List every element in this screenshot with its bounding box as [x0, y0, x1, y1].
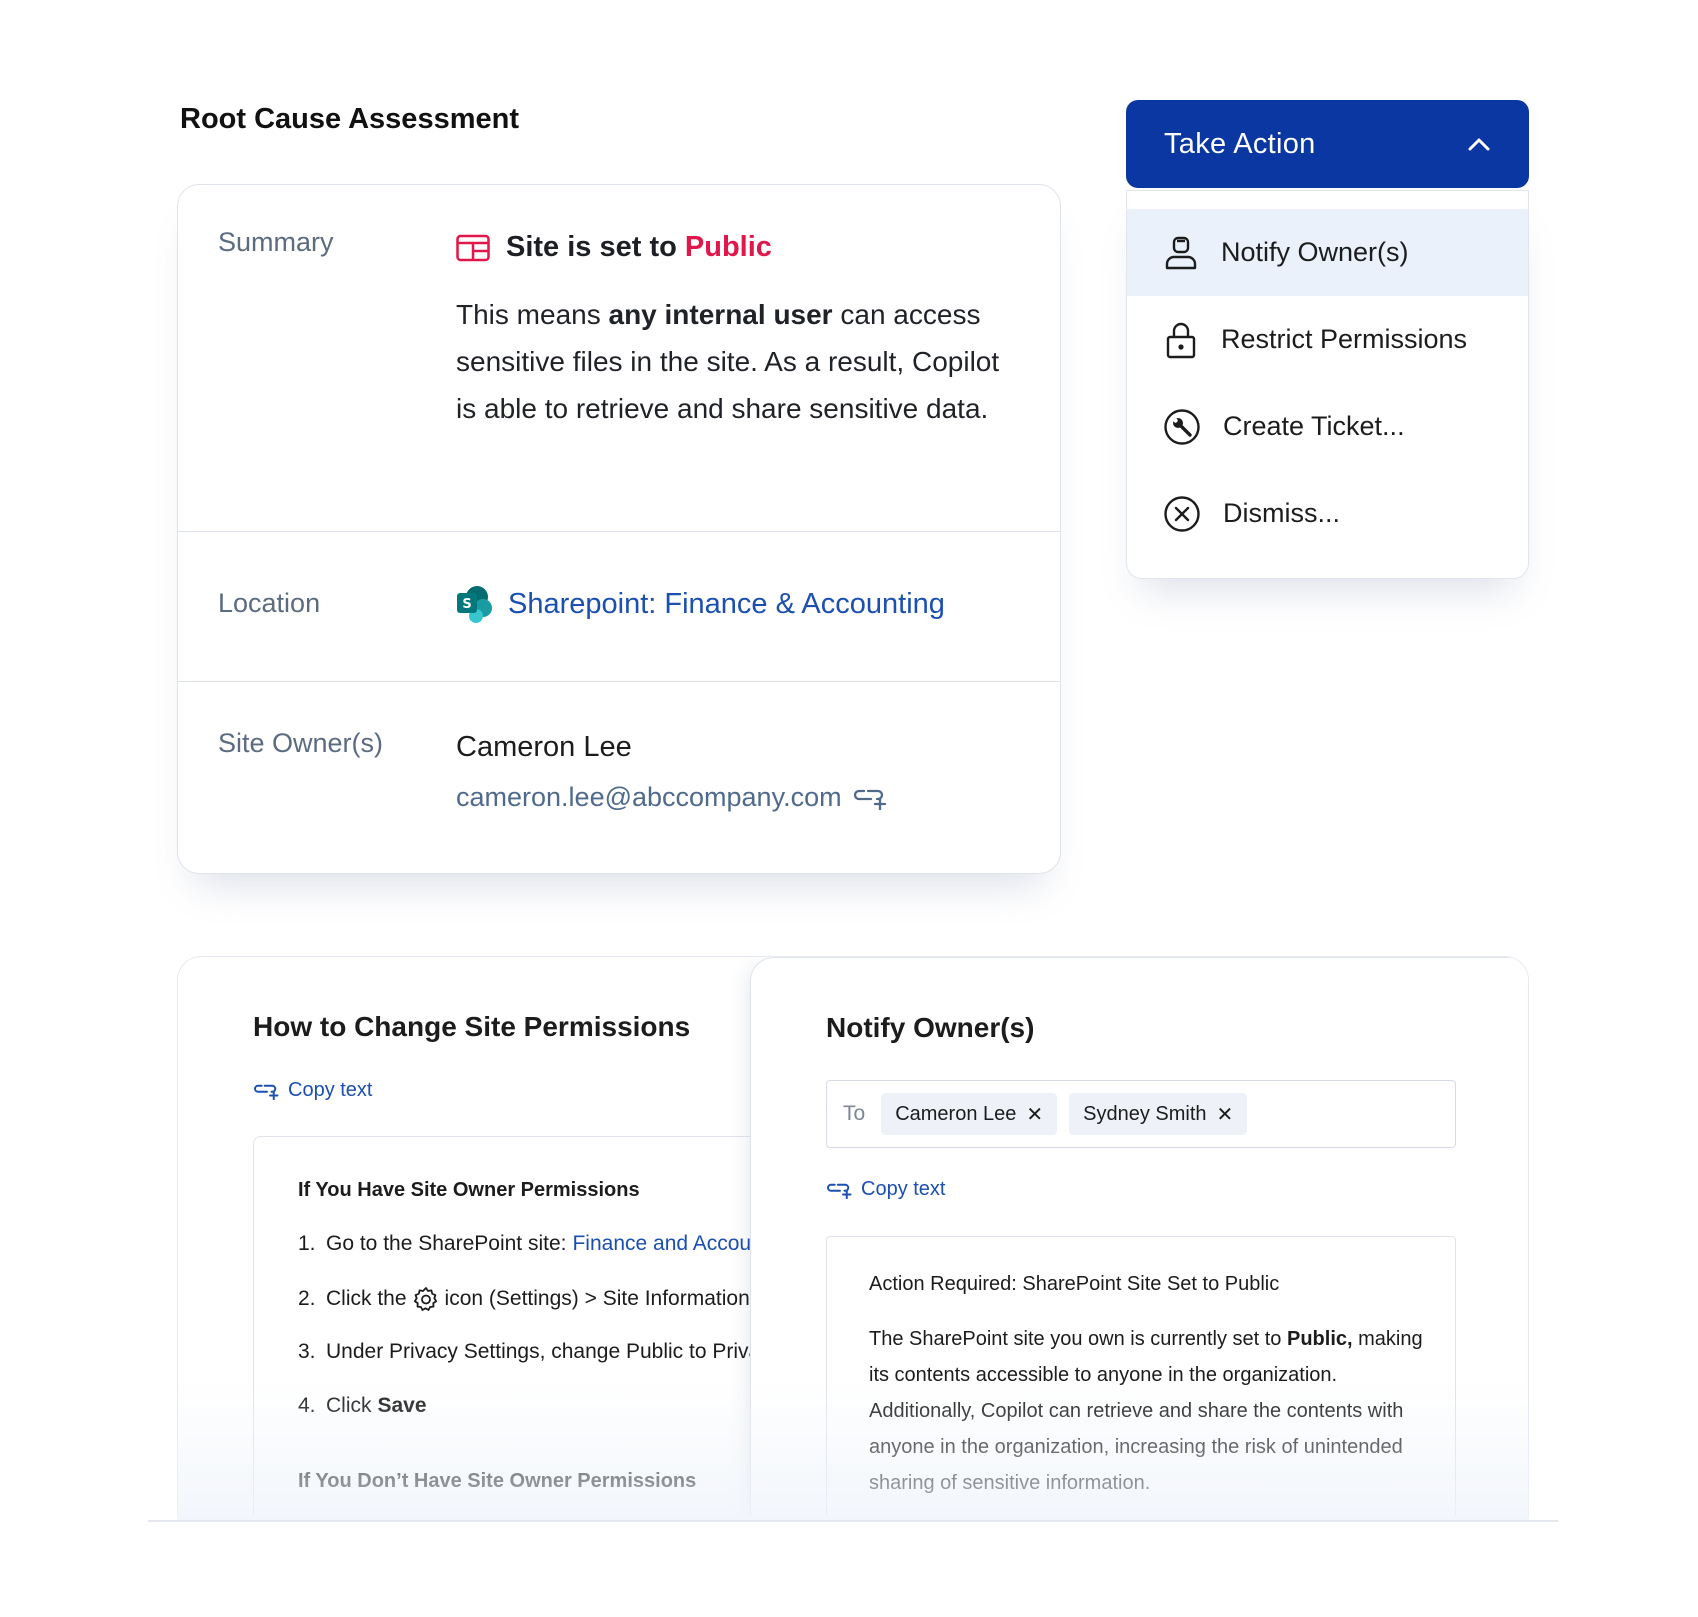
person-icon	[1165, 236, 1197, 269]
step-number: 3.	[298, 1340, 316, 1363]
summary-body-bold: any internal user	[608, 299, 833, 330]
step-bold: Save	[377, 1394, 427, 1417]
site-owner-label: Site Owner(s)	[218, 728, 384, 758]
instructions-heading-non-owner: If You Don’t Have Site Owner Permissions	[298, 1470, 697, 1492]
instruction-step: 2. Click the icon (Settings) > Site Info…	[298, 1286, 750, 1312]
copy-text-button[interactable]: Copy text	[254, 1079, 372, 1102]
step-number: 2.	[298, 1287, 316, 1310]
site-link[interactable]: Finance and Accounting	[572, 1232, 752, 1256]
instructions-box: If You Have Site Owner Permissions 1. Go…	[253, 1136, 752, 1516]
message-subject: Action Required: SharePoint Site Set to …	[869, 1273, 1280, 1295]
message-box[interactable]: Action Required: SharePoint Site Set to …	[826, 1236, 1456, 1516]
step-text: Under Privacy Settings, change Public to…	[326, 1340, 752, 1363]
copy-link-icon[interactable]	[853, 786, 888, 810]
step-number: 4.	[298, 1394, 316, 1417]
recipient-chip: Sydney Smith ✕	[1069, 1093, 1248, 1135]
close-icon[interactable]: ✕	[1026, 1102, 1043, 1127]
chevron-up-icon	[1468, 138, 1490, 151]
recipient-name: Cameron Lee	[895, 1102, 1017, 1125]
step-number: 1.	[298, 1232, 316, 1255]
menu-item-label: Create Ticket...	[1223, 411, 1405, 441]
notify-title: Notify Owner(s)	[826, 1012, 1035, 1043]
notify-panel: Notify Owner(s) To Cameron Lee ✕ Sydney …	[750, 957, 1528, 1516]
step-text: Click	[326, 1394, 372, 1417]
public-site-icon	[456, 234, 490, 261]
close-icon[interactable]: ✕	[1217, 1102, 1234, 1127]
take-action-label: Take Action	[1164, 127, 1316, 160]
menu-item-create-ticket[interactable]: Create Ticket...	[1127, 383, 1528, 470]
summary-body-text: This means	[456, 299, 609, 330]
instructions-title: How to Change Site Permissions	[253, 1011, 691, 1042]
bottom-cover	[0, 1522, 1698, 1617]
location-row: Location S Sharepoint: Finance & Account…	[178, 532, 1060, 682]
location-link[interactable]: S Sharepoint: Finance & Accounting	[456, 585, 945, 623]
sharepoint-icon: S	[457, 586, 492, 623]
take-action-menu: Notify Owner(s) Restrict Permissions Cre…	[1126, 190, 1529, 579]
lock-icon	[1166, 322, 1196, 358]
summary-headline: Site is set to Public	[456, 231, 772, 264]
copy-text-label: Copy text	[288, 1079, 373, 1101]
summary-headline-text: Site is set to	[506, 231, 685, 263]
summary-label: Summary	[218, 227, 334, 257]
close-circle-icon	[1164, 495, 1200, 532]
copy-link-icon	[254, 1084, 279, 1100]
step-text-2: icon (Settings) > Site Information	[444, 1287, 750, 1310]
menu-item-dismiss[interactable]: Dismiss...	[1127, 470, 1528, 557]
take-action-button[interactable]: Take Action	[1126, 100, 1529, 188]
message-body-bold: Public,	[1286, 1328, 1353, 1350]
menu-item-label: Notify Owner(s)	[1221, 237, 1409, 267]
summary-body: This means any internal user can access …	[456, 291, 1016, 432]
menu-item-restrict-permissions[interactable]: Restrict Permissions	[1127, 296, 1528, 383]
copy-link-icon	[827, 1183, 852, 1199]
copy-text-button[interactable]: Copy text	[827, 1178, 945, 1201]
instruction-step: 3. Under Privacy Settings, change Public…	[298, 1340, 752, 1364]
copy-text-label: Copy text	[861, 1178, 946, 1200]
menu-item-notify-owners[interactable]: Notify Owner(s)	[1127, 209, 1528, 296]
message-body-text: The SharePoint site you own is currently…	[869, 1328, 1287, 1350]
location-value: Sharepoint: Finance & Accounting	[508, 587, 945, 620]
public-status: Public	[684, 231, 772, 263]
summary-row: Summary Site is set to Public This means…	[178, 185, 1060, 532]
owner-email: cameron.lee@abccompany.com	[456, 782, 888, 813]
instruction-step: 1. Go to the SharePoint site: Finance an…	[298, 1232, 752, 1256]
message-body: The SharePoint site you own is currently…	[869, 1321, 1429, 1501]
site-owner-row: Site Owner(s) Cameron Lee cameron.lee@ab…	[178, 682, 1060, 875]
step-text: Click the	[326, 1287, 407, 1310]
instructions-panel: How to Change Site Permissions Copy text…	[178, 957, 752, 1516]
recipient-chip: Cameron Lee ✕	[881, 1093, 1058, 1135]
instructions-heading-owner: If You Have Site Owner Permissions	[298, 1179, 640, 1201]
recipient-name: Sydney Smith	[1083, 1102, 1207, 1125]
wrench-icon	[1164, 408, 1200, 445]
root-cause-card: Summary Site is set to Public This means…	[177, 184, 1061, 874]
message-body-text-2: making its contents accessible to anyone…	[869, 1328, 1423, 1494]
location-label: Location	[218, 588, 321, 618]
menu-item-label: Restrict Permissions	[1221, 324, 1468, 354]
recipients-field[interactable]: To Cameron Lee ✕ Sydney Smith ✕	[826, 1080, 1456, 1148]
gear-icon	[413, 1287, 437, 1311]
page-title: Root Cause Assessment	[180, 103, 519, 135]
owner-email-text[interactable]: cameron.lee@abccompany.com	[456, 782, 842, 813]
owner-name: Cameron Lee	[456, 731, 632, 763]
to-label: To	[843, 1102, 866, 1125]
step-text: Go to the SharePoint site:	[326, 1232, 567, 1255]
remediation-card: How to Change Site Permissions Copy text…	[177, 956, 1529, 1516]
menu-item-label: Dismiss...	[1223, 498, 1340, 528]
svg-text:S: S	[462, 597, 471, 612]
instruction-step: 4. Click Save	[298, 1394, 427, 1418]
